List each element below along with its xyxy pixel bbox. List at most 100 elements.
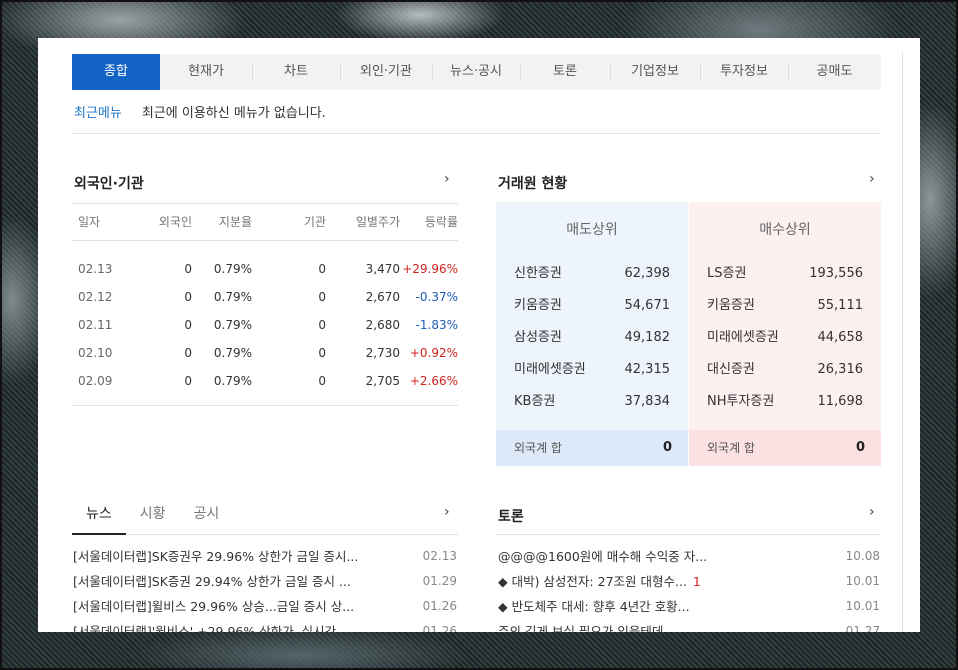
- investor-cell-change: +29.96%: [402, 262, 458, 276]
- discussion-title: ◆ 대박) 삼성전자: 27조원 대형수...: [498, 574, 687, 589]
- discussion-item[interactable]: @@@@1600원에 매수해 수익중 자... 10.08: [498, 544, 880, 569]
- investor-cell-date: 02.11: [78, 318, 113, 332]
- broker-volume: 26,316: [817, 362, 864, 377]
- buy-broker-item[interactable]: 미래에셋증권 44,658: [707, 322, 863, 354]
- news-tab-2[interactable]: 공시: [180, 502, 234, 533]
- investor-col-header: 지분율: [218, 215, 252, 229]
- investor-col-header: 기관: [303, 215, 326, 229]
- investor-cell-date: 02.10: [78, 346, 113, 360]
- tab-5[interactable]: 토론: [520, 54, 610, 90]
- news-title: [서울데이터랩]'윌비스' +29.96% 상한가, 실시간...: [73, 624, 349, 632]
- broker-volume: 55,111: [817, 298, 864, 313]
- broker-volume: 62,398: [624, 266, 671, 281]
- sell-foreign-sum-label: 외국계 합: [514, 441, 562, 455]
- investor-cell-inst: 0: [318, 346, 326, 360]
- discussion-date: 10.08: [845, 549, 880, 563]
- buy-foreign-sum-label: 외국계 합: [707, 441, 755, 455]
- broker-name: 키움증권: [514, 298, 562, 313]
- tab-3[interactable]: 외인·기관: [340, 54, 432, 90]
- investor-cell-foreign: 0: [184, 374, 192, 388]
- broker-volume: 11,698: [817, 394, 864, 409]
- discussion-item[interactable]: 주의 깊게 보실 필요가 있을테데 01.27: [498, 619, 880, 632]
- tab-1[interactable]: 현재가: [160, 54, 252, 90]
- table-row: 02.11 0 0.79% 0 2,680 -1.83%: [72, 311, 458, 339]
- broker-volume: 49,182: [624, 330, 671, 345]
- broker-name: KB증권: [514, 394, 556, 409]
- broker-name: 대신증권: [707, 362, 755, 377]
- sell-broker-item[interactable]: 신한증권 62,398: [514, 258, 670, 290]
- tab-7[interactable]: 투자정보: [700, 54, 788, 90]
- investor-cell-date: 02.12: [78, 290, 113, 304]
- tab-0[interactable]: 종합: [72, 54, 160, 90]
- tab-6[interactable]: 기업정보: [610, 54, 700, 90]
- discussion-item[interactable]: ◆ 대박) 삼성전자: 27조원 대형수... 1 10.01: [498, 569, 880, 594]
- investor-section-title[interactable]: 외국인·기관: [74, 173, 144, 193]
- broker-name: 미래에셋증권: [514, 362, 586, 377]
- tab-8[interactable]: 공매도: [788, 54, 881, 90]
- news-title: [서울데이터랩]SK증권우 29.96% 상한가 금일 증시...: [73, 549, 359, 564]
- discussion-title-wrap: @@@@1600원에 매수해 수익중 자...: [498, 544, 818, 569]
- broker-name: 미래에셋증권: [707, 330, 779, 345]
- investor-cell-ratio: 0.79%: [213, 346, 252, 360]
- sell-broker-item[interactable]: 삼성증권 49,182: [514, 322, 670, 354]
- buy-broker-item[interactable]: NH투자증권 11,698: [707, 386, 863, 418]
- investor-cell-price: 2,730: [365, 346, 400, 360]
- investor-col-header: 외국인: [158, 215, 192, 229]
- investor-table-header: 일자 외국인 지분율 기관 일별주가 등락률: [72, 203, 458, 241]
- broker-volume: 37,834: [624, 394, 671, 409]
- news-tab-1[interactable]: 시황: [126, 502, 180, 533]
- table-row: 02.12 0 0.79% 0 2,670 -0.37%: [72, 283, 458, 311]
- tab-2[interactable]: 차트: [252, 54, 340, 90]
- investor-cell-change: -1.83%: [415, 318, 458, 332]
- broker-volume: 42,315: [624, 362, 671, 377]
- tab-4[interactable]: 뉴스·공시: [432, 54, 520, 90]
- investor-cell-foreign: 0: [184, 290, 192, 304]
- table-row: 02.13 0 0.79% 0 3,470 +29.96%: [72, 255, 458, 283]
- news-date: 01.29: [422, 574, 457, 588]
- news-date: 01.26: [422, 599, 457, 613]
- investor-table-body: 02.13 0 0.79% 0 3,470 +29.96% 02.12 0 0.79% 0 2,67…: [72, 241, 458, 406]
- buy-top-header: 매수상위: [759, 222, 811, 238]
- chevron-right-icon[interactable]: ›: [869, 504, 875, 520]
- news-item[interactable]: [서울데이터랩]'윌비스' +29.96% 상한가, 실시간... 01.26: [73, 619, 457, 632]
- news-item[interactable]: [서울데이터랩]윌비스 29.96% 상승...금일 증시 상... 01.26: [73, 594, 457, 619]
- recent-menu-label[interactable]: 최근메뉴: [74, 102, 122, 121]
- sell-broker-item[interactable]: KB증권 37,834: [514, 386, 670, 418]
- main-tab-bar: 종합 현재가 차트 외인·기관 뉴스·공시 토론 기업정보 투자정보 공매도: [72, 54, 881, 90]
- buy-foreign-sum-value: 0: [855, 440, 865, 455]
- discussion-item[interactable]: ◆ 반도체주 대세: 향후 4년간 호황... 10.01: [498, 594, 880, 619]
- buy-broker-item[interactable]: 키움증권 55,111: [707, 290, 863, 322]
- discussion-date: 10.01: [845, 599, 880, 613]
- news-item[interactable]: [서울데이터랩]SK증권우 29.96% 상한가 금일 증시... 02.13: [73, 544, 457, 569]
- buy-broker-item[interactable]: LS증권 193,556: [707, 258, 863, 290]
- investor-cell-change: -0.37%: [415, 290, 458, 304]
- investor-col-header: 등락률: [424, 215, 458, 229]
- broker-name: LS증권: [707, 266, 747, 281]
- discussion-section-title[interactable]: 토론: [498, 506, 524, 526]
- discussion-title-wrap: ◆ 대박) 삼성전자: 27조원 대형수... 1: [498, 569, 818, 594]
- discussion-list: @@@@1600원에 매수해 수익중 자... 10.08 ◆ 대박) 삼성전자: …: [498, 544, 880, 632]
- sell-broker-item[interactable]: 미래에셋증권 42,315: [514, 354, 670, 386]
- news-tab-bar: 뉴스 시황 공시: [72, 502, 458, 535]
- news-tab-0[interactable]: 뉴스: [72, 502, 126, 535]
- investor-cell-date: 02.09: [78, 374, 113, 388]
- sell-broker-item[interactable]: 키움증권 54,671: [514, 290, 670, 322]
- investor-cell-change: +0.92%: [409, 346, 458, 360]
- investor-cell-ratio: 0.79%: [213, 318, 252, 332]
- investor-cell-foreign: 0: [184, 262, 192, 276]
- broker-section-title[interactable]: 거래원 현황: [498, 173, 567, 193]
- broker-volume: 54,671: [624, 298, 671, 313]
- scroll-divider: [902, 52, 903, 632]
- discussion-date: 01.27: [845, 624, 880, 632]
- sell-foreign-sum: 외국계 합 0: [496, 430, 688, 466]
- chevron-right-icon[interactable]: ›: [444, 171, 450, 187]
- news-title: [서울데이터랩]SK증권 29.94% 상한가 금일 증시 ...: [73, 574, 351, 589]
- chevron-right-icon[interactable]: ›: [444, 504, 450, 520]
- chevron-right-icon[interactable]: ›: [869, 171, 875, 187]
- broker-name: 신한증권: [514, 266, 562, 281]
- investor-cell-ratio: 0.79%: [213, 374, 252, 388]
- stock-overview-panel: 종합 현재가 차트 외인·기관 뉴스·공시 토론 기업정보 투자정보 공매도 최근메뉴 최근에 …: [38, 38, 920, 632]
- news-item[interactable]: [서울데이터랩]SK증권 29.94% 상한가 금일 증시 ... 01.29: [73, 569, 457, 594]
- buy-broker-item[interactable]: 대신증권 26,316: [707, 354, 863, 386]
- investor-cell-inst: 0: [318, 262, 326, 276]
